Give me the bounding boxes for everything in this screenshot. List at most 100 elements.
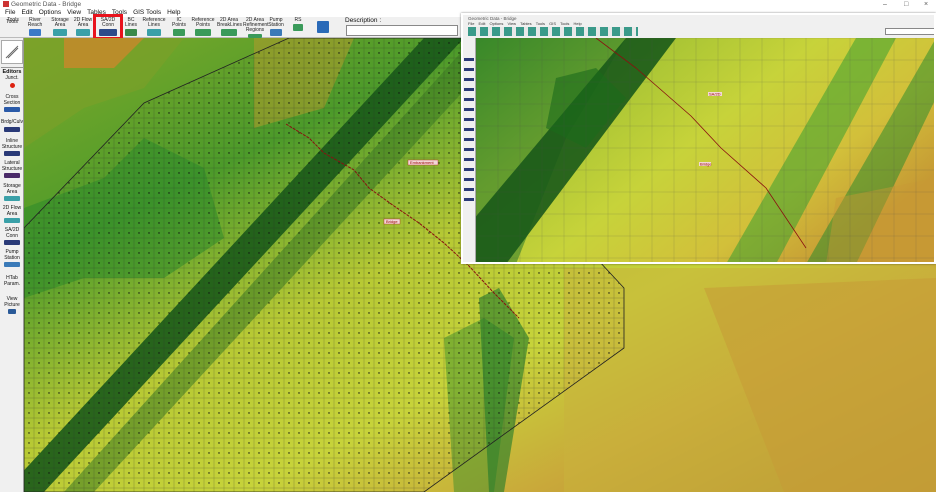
bc-lines-icon xyxy=(125,29,137,36)
sidebar-item-lateral-structure[interactable]: Lateral Structure xyxy=(1,160,23,178)
sa2d-conn-highlight-box xyxy=(93,14,123,40)
2d-flow-area-button[interactable]: 2D Flow Area xyxy=(72,18,94,37)
ic-points-icon xyxy=(173,29,185,36)
sidebar-item-inline-structure[interactable]: Inline Structure xyxy=(1,138,23,156)
2d-flow-area-label: 2D Flow Area xyxy=(73,17,93,28)
sidebar-tools-label: Tools xyxy=(6,19,18,25)
sidebar-item-2d-flow-area[interactable]: 2D Flow Area xyxy=(1,205,23,223)
pump-station-icon xyxy=(270,29,282,36)
menu-view[interactable]: View xyxy=(64,9,84,17)
reference-points-icon xyxy=(195,29,211,36)
menu-gis-tools[interactable]: GIS Tools xyxy=(130,9,164,17)
2d-flow-area-sidebar-label: 2D Flow Area xyxy=(2,205,22,217)
river-reach-icon xyxy=(29,29,41,36)
pointer-icon xyxy=(5,45,19,59)
inset-sidebar-icons xyxy=(464,58,474,208)
minimize-icon[interactable]: – xyxy=(883,0,887,9)
river-reach-button[interactable]: River Reach xyxy=(26,18,44,37)
sidebar-item-sa2d-conn[interactable]: SA/2D Conn xyxy=(1,227,23,245)
sidebar-item-junction[interactable]: Junct. xyxy=(1,75,23,88)
view-picture-label: View Picture xyxy=(4,296,20,308)
inline-structure-icon xyxy=(4,151,20,156)
storage-area-button[interactable]: Storage Area xyxy=(49,18,71,37)
storage-area-sidebar-icon xyxy=(4,196,20,201)
sa2d-conn-sidebar-icon xyxy=(4,240,20,245)
menu-help[interactable]: Help xyxy=(164,9,183,17)
bridge-culvert-label: Brdg/Culv xyxy=(1,119,23,125)
description-label: Description : xyxy=(345,17,382,24)
inset-sidebar xyxy=(463,38,476,262)
rs-icon xyxy=(293,24,303,31)
close-icon[interactable]: × xyxy=(924,0,928,9)
inset-map: SA/2D Bridge xyxy=(476,38,934,262)
maximize-icon[interactable]: □ xyxy=(904,0,908,9)
sidebar-item-bridge-culvert[interactable]: Brdg/Culv xyxy=(1,119,23,132)
rs-button[interactable]: RS xyxy=(291,18,305,37)
menu-edit[interactable]: Edit xyxy=(18,9,35,17)
refinement-regions-button[interactable]: 2D Area Refinement Regions xyxy=(243,17,269,38)
window-title: Geometric Data - Bridge xyxy=(11,1,82,8)
pointer-tool-button[interactable] xyxy=(1,40,23,64)
lateral-structure-icon xyxy=(4,173,20,178)
bc-lines-button[interactable]: BC Lines xyxy=(122,18,140,37)
app-icon xyxy=(3,1,9,7)
breaklines-button[interactable]: 2D Area BreakLines xyxy=(217,17,243,37)
bc-lines-label: BC Lines xyxy=(125,17,137,28)
inset-menu: File Edit Options View Tables Tools GIS … xyxy=(468,21,582,26)
inset-label-bridge: Bridge xyxy=(700,162,712,167)
pump-station-button[interactable]: Pump Station xyxy=(267,18,285,37)
cross-section-label: Cross Section xyxy=(3,94,21,106)
inset-dropdown xyxy=(885,28,934,35)
reference-points-button[interactable]: Reference Points xyxy=(191,18,215,37)
editors-divider xyxy=(1,67,23,68)
view-picture-icon xyxy=(8,309,16,314)
refinement-regions-label: 2D Area Refinement Regions xyxy=(243,17,269,33)
pump-station-sidebar-label: Pump Station xyxy=(4,249,20,261)
map-layers-button[interactable] xyxy=(315,18,331,37)
editor-sidebar: Tools Editors Junct. Cross Section Brdg/… xyxy=(0,19,24,492)
inset-toolbar: Geometric Data - Bridge File Edit Option… xyxy=(463,15,934,38)
menu-file[interactable]: File xyxy=(2,9,18,17)
breaklines-icon xyxy=(221,29,237,36)
map-layers-icon xyxy=(317,21,329,33)
sidebar-item-htab-param[interactable]: HTab Param. xyxy=(1,275,23,287)
map-label-embankment: Embankment xyxy=(410,160,434,165)
reference-lines-icon xyxy=(147,29,161,36)
reference-lines-button[interactable]: Reference Lines xyxy=(142,18,166,37)
window-title-bar: Geometric Data - Bridge – □ × xyxy=(0,0,936,9)
description-input[interactable] xyxy=(346,25,458,36)
junction-label: Junct. xyxy=(5,75,19,81)
ic-points-label: IC Points xyxy=(172,17,186,28)
breaklines-label: 2D Area BreakLines xyxy=(217,17,243,28)
inset-screenshot: Geometric Data - Bridge File Edit Option… xyxy=(461,13,936,264)
storage-area-icon xyxy=(53,29,67,36)
inset-toolbar-icons xyxy=(468,27,638,36)
ic-points-button[interactable]: IC Points xyxy=(170,18,188,37)
river-reach-label: River Reach xyxy=(27,17,43,28)
sidebar-item-storage-area[interactable]: Storage Area xyxy=(1,183,23,201)
sa2d-conn-sidebar-label: SA/2D Conn xyxy=(4,227,20,239)
rs-label: RS xyxy=(294,17,302,23)
htab-param-label: HTab Param. xyxy=(3,275,21,287)
pump-station-sidebar-icon xyxy=(4,262,20,267)
lateral-structure-label: Lateral Structure xyxy=(1,160,23,172)
inline-structure-label: Inline Structure xyxy=(1,138,23,150)
map-label-bridge: Bridge xyxy=(386,219,398,224)
junction-icon xyxy=(9,82,15,88)
pump-station-label: Pump Station xyxy=(268,17,284,28)
inset-terrain: SA/2D Bridge xyxy=(476,38,934,262)
sidebar-item-cross-section[interactable]: Cross Section xyxy=(1,94,23,112)
sidebar-tools-button[interactable]: Tools xyxy=(1,19,23,26)
2d-flow-area-icon xyxy=(76,29,90,36)
bridge-culvert-icon xyxy=(4,126,20,132)
menu-options[interactable]: Options xyxy=(36,9,64,17)
inset-label-sa2d: SA/2D xyxy=(709,92,721,97)
reference-lines-label: Reference Lines xyxy=(142,17,166,28)
sidebar-item-view-picture[interactable]: View Picture xyxy=(1,296,23,314)
reference-points-label: Reference Points xyxy=(191,17,215,28)
storage-area-sidebar-label: Storage Area xyxy=(3,183,21,195)
storage-area-label: Storage Area xyxy=(51,17,69,28)
2d-flow-area-sidebar-icon xyxy=(4,218,20,223)
sidebar-item-pump-station[interactable]: Pump Station xyxy=(1,249,23,267)
cross-section-icon xyxy=(4,107,20,112)
